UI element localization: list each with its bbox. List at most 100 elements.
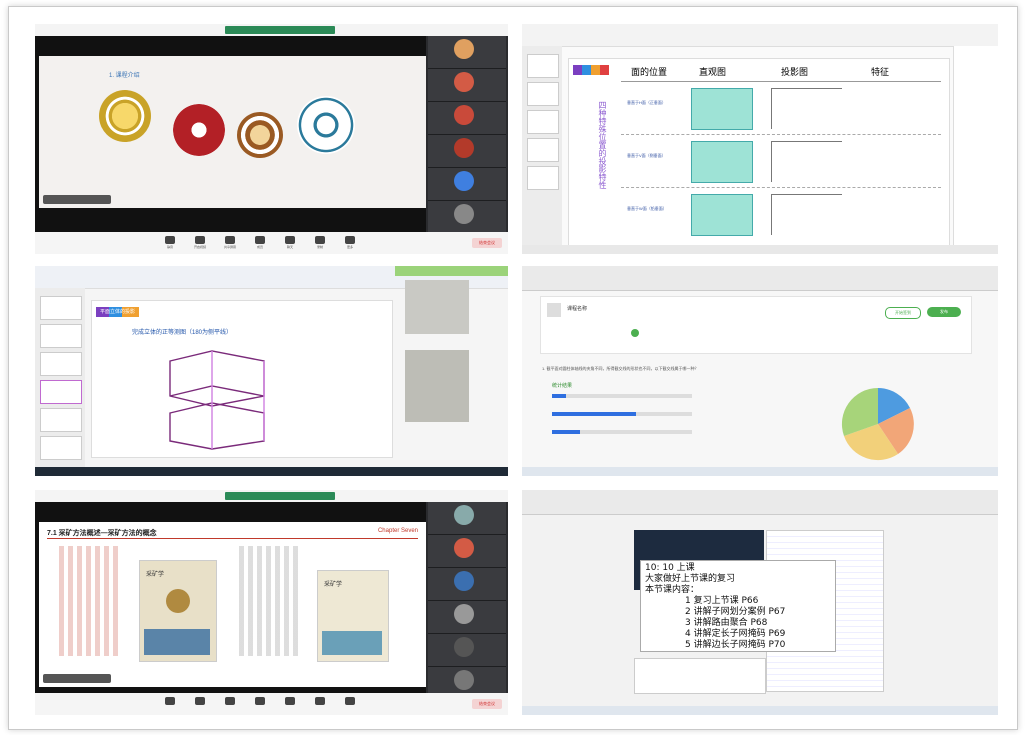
end-meeting-button[interactable]: 结束会议 bbox=[472, 238, 502, 248]
slide-thumbnail[interactable] bbox=[527, 54, 559, 78]
slide-thumbnail[interactable] bbox=[40, 296, 82, 320]
video-tile[interactable] bbox=[428, 201, 506, 234]
presenter-label bbox=[43, 674, 111, 683]
record-icon[interactable] bbox=[315, 236, 325, 244]
video-tile[interactable] bbox=[428, 535, 506, 568]
meeting-toolbar: 结束会议 bbox=[35, 693, 508, 715]
hexagonal-prism-drawing bbox=[169, 350, 265, 450]
record-icon[interactable] bbox=[315, 697, 325, 705]
video-tile[interactable] bbox=[428, 135, 506, 168]
stats-label: 统计结果 bbox=[552, 383, 573, 389]
more-icon[interactable] bbox=[345, 236, 355, 244]
slide-thumbnail[interactable] bbox=[527, 138, 559, 162]
slide-thumbnail[interactable] bbox=[527, 82, 559, 106]
publish-button[interactable]: 发布 bbox=[927, 307, 961, 317]
table-row: 垂直于H面（正垂面） bbox=[621, 82, 941, 135]
avatar bbox=[454, 538, 474, 558]
mic-icon[interactable] bbox=[165, 236, 175, 244]
members-icon[interactable] bbox=[255, 697, 265, 705]
slide-thumbnail[interactable] bbox=[527, 166, 559, 190]
camera-icon[interactable] bbox=[195, 236, 205, 244]
slide-thumbnail[interactable] bbox=[527, 110, 559, 134]
table-header: 直观图 bbox=[699, 67, 727, 77]
row-label: 垂直于V面（侧垂面） bbox=[627, 153, 666, 158]
book-emblem-icon bbox=[166, 589, 190, 613]
course-name: 课程名称 bbox=[567, 306, 588, 312]
members-icon[interactable] bbox=[255, 236, 265, 244]
slide-thumbnail[interactable] bbox=[40, 324, 82, 348]
table-header: 面的位置 bbox=[631, 67, 668, 77]
avatar bbox=[454, 204, 474, 224]
lesson-line: 本节课内容： bbox=[645, 585, 700, 595]
end-meeting-button[interactable]: 结束会议 bbox=[472, 699, 502, 709]
chat-icon[interactable] bbox=[285, 236, 295, 244]
screenshot-projection-slide: 四种特殊位置的投影特性 面的位置 直观图 投影图 特征 垂直于H面（正垂面） 垂… bbox=[522, 24, 998, 254]
video-tile[interactable] bbox=[428, 36, 506, 69]
slide-thumbnail[interactable] bbox=[40, 380, 82, 404]
book-landscape bbox=[322, 631, 382, 655]
video-tile[interactable] bbox=[428, 568, 506, 601]
participant-panel bbox=[426, 36, 508, 234]
red-text-column bbox=[59, 546, 119, 656]
mic-icon[interactable] bbox=[165, 697, 175, 705]
chapter-title: 7.1 采矿方法概述—采矿方法的概念 bbox=[47, 530, 157, 537]
video-tile[interactable] bbox=[428, 634, 506, 667]
course-card: 课程名称 开始签到 发布 bbox=[540, 296, 972, 354]
slide-thumbnails bbox=[35, 288, 85, 468]
toolbar-label: 开启视频 bbox=[193, 245, 206, 249]
avatar bbox=[454, 72, 474, 92]
participant-panel bbox=[426, 502, 508, 700]
avatar bbox=[454, 670, 474, 690]
toolbar-label: 录制 bbox=[316, 245, 323, 249]
slide-thumbnail[interactable] bbox=[40, 408, 82, 432]
course-avatar bbox=[547, 303, 561, 317]
avatar bbox=[454, 637, 474, 657]
screenshot-lesson-outline: 10: 10 上课 大家做好上节课的复习 本节课内容： 1 复习上节课 P66 … bbox=[522, 490, 998, 715]
slide-title-badge: 平面立体的投影 bbox=[96, 307, 140, 317]
video-tile[interactable] bbox=[428, 102, 506, 135]
video-tile[interactable] bbox=[428, 168, 506, 201]
video-tile[interactable] bbox=[428, 69, 506, 102]
cube-diagram bbox=[691, 141, 753, 183]
side-title: 四种特殊位置的投影特性 bbox=[598, 101, 607, 189]
share-screen-icon[interactable] bbox=[225, 236, 235, 244]
notes-panel-lower bbox=[634, 658, 766, 694]
cube-diagram bbox=[691, 88, 753, 130]
video-tile[interactable] bbox=[428, 601, 506, 634]
share-screen-icon[interactable] bbox=[225, 697, 235, 705]
question-text: 1. 截平面对圆柱体轴线的夹角不同，所得截交线的形状也不同，以下截交线属于哪一种… bbox=[542, 366, 699, 371]
book-landscape bbox=[144, 629, 210, 655]
slide-thumbnail[interactable] bbox=[40, 436, 82, 460]
school-seal-3-icon bbox=[237, 112, 283, 158]
progress-bar-c bbox=[552, 430, 692, 434]
projection-drawing bbox=[771, 194, 842, 235]
book-cover-2: 采矿学 bbox=[317, 570, 389, 662]
avatar bbox=[454, 105, 474, 125]
table-header-row: 面的位置 直观图 投影图 特征 bbox=[621, 63, 941, 79]
slide-heading: 1. 课程介绍 bbox=[109, 73, 140, 79]
avatar bbox=[454, 604, 474, 624]
slide-caption: 完成立体的正等测图（180为侧平线） bbox=[132, 330, 233, 336]
more-icon[interactable] bbox=[345, 697, 355, 705]
table-body: 垂直于H面（正垂面） 垂直于V面（侧垂面） 垂直于W面（铅垂面） bbox=[621, 81, 941, 240]
lesson-line: 2 讲解子网划分案例 P67 bbox=[685, 607, 786, 617]
avatar bbox=[454, 571, 474, 591]
avatar bbox=[454, 138, 474, 158]
ppt-ribbon bbox=[522, 24, 998, 47]
lesson-line: 3 讲解路由聚合 P68 bbox=[685, 618, 768, 628]
slide-title: 平面立体的投影 bbox=[100, 309, 136, 315]
slide-thumbnail[interactable] bbox=[40, 352, 82, 376]
row-label: 垂直于H面（正垂面） bbox=[627, 100, 666, 105]
shared-screen: 7.1 采矿方法概述—采矿方法的概念 Chapter Seven 采矿学 采矿学 bbox=[35, 502, 426, 693]
slide: 四种特殊位置的投影特性 面的位置 直观图 投影图 特征 垂直于H面（正垂面） 垂… bbox=[568, 58, 950, 246]
camera-icon[interactable] bbox=[195, 697, 205, 705]
toolbar-label: 成员 bbox=[256, 245, 263, 249]
chat-icon[interactable] bbox=[285, 697, 295, 705]
presenter-label bbox=[43, 195, 111, 204]
projection-drawing bbox=[771, 88, 842, 129]
start-checkin-button[interactable]: 开始签到 bbox=[885, 307, 921, 319]
results-pie-chart bbox=[841, 387, 914, 461]
lesson-line: 4 讲解定长子网掩码 P69 bbox=[685, 629, 786, 639]
video-tile[interactable] bbox=[428, 502, 506, 535]
toolbar-label: 聊天 bbox=[286, 245, 293, 249]
